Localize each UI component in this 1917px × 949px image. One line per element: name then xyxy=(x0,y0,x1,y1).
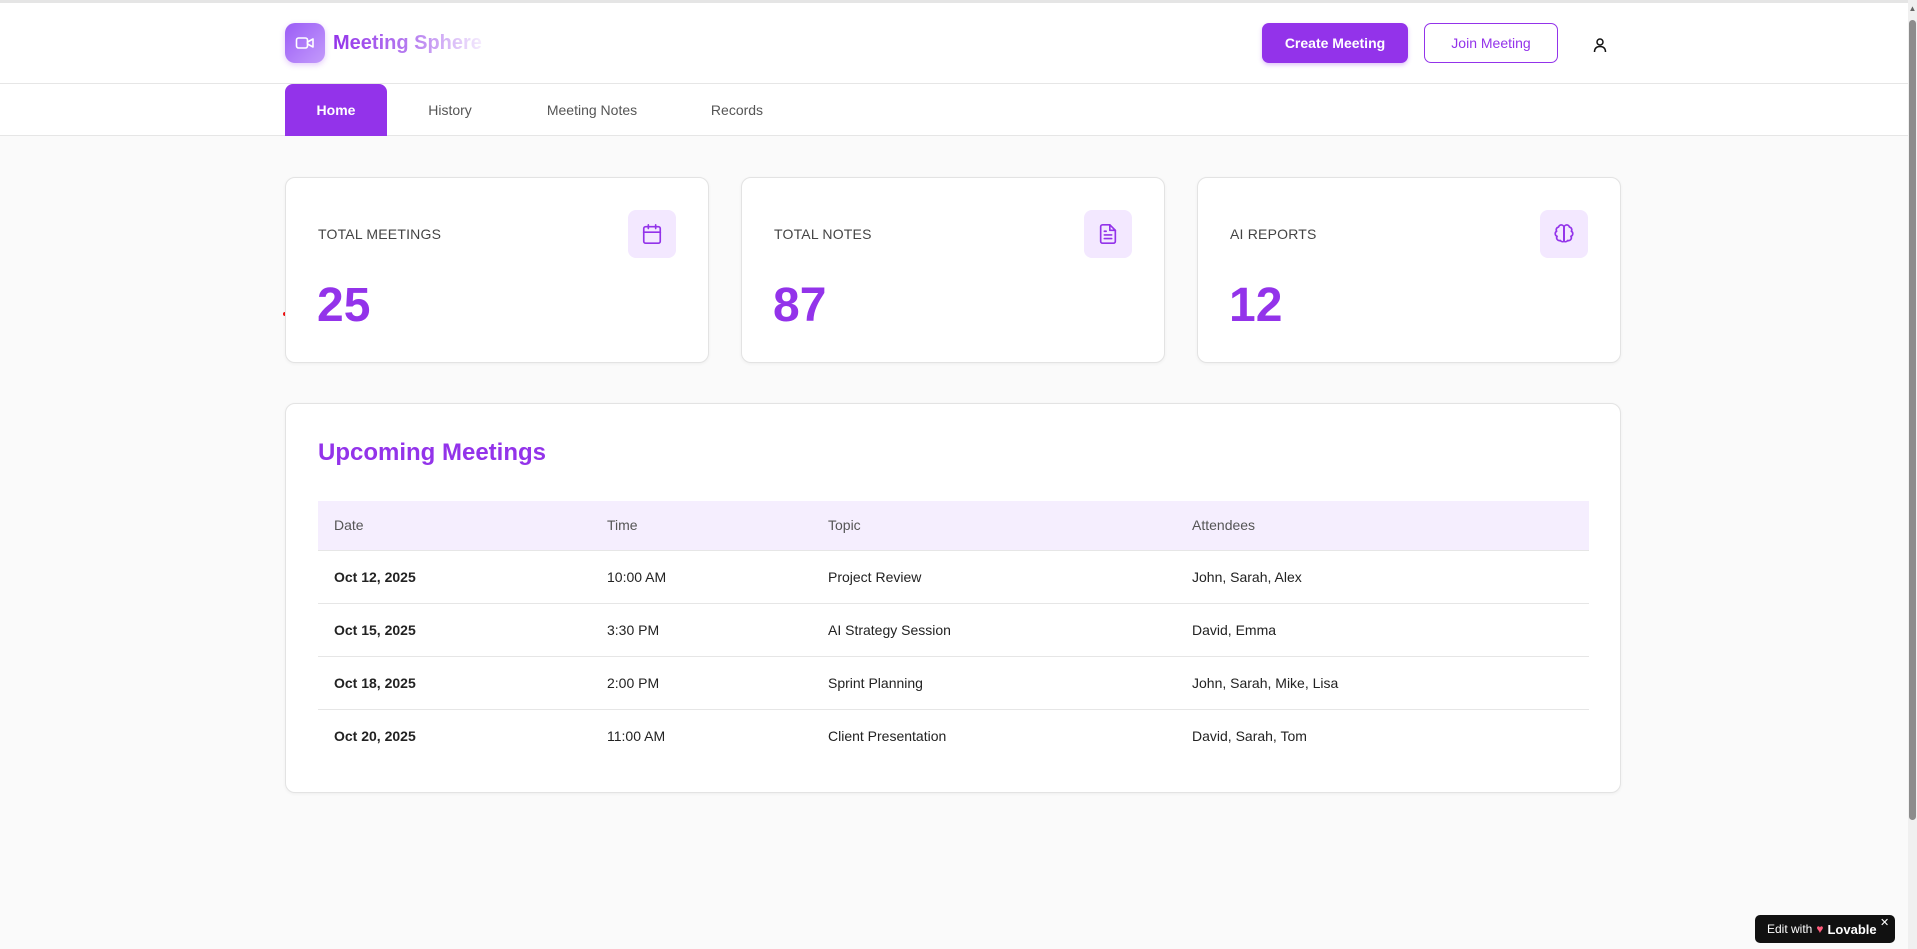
table-row[interactable]: Oct 18, 2025 2:00 PM Sprint Planning Joh… xyxy=(318,656,1589,710)
stat-label: TOTAL MEETINGS xyxy=(318,226,442,242)
document-icon xyxy=(1084,210,1132,258)
stat-card-ai-reports: AI REPORTS 12 xyxy=(1197,177,1621,363)
stat-card-total-meetings: TOTAL MEETINGS 25 xyxy=(285,177,709,363)
cell-attendees: John, Sarah, Mike, Lisa xyxy=(1176,656,1589,710)
stat-label: TOTAL NOTES xyxy=(774,226,872,242)
section-title: Upcoming Meetings xyxy=(318,439,547,466)
cell-time: 2:00 PM xyxy=(591,656,812,710)
cell-attendees: David, Sarah, Tom xyxy=(1192,727,1307,744)
cell-topic: Client Presentation xyxy=(828,727,947,744)
app-header: Meeting Sphere Create Meeting Join Meeti… xyxy=(0,3,1908,84)
cell-topic: AI Strategy Session xyxy=(812,603,1176,657)
cell-time: 11:00 AM xyxy=(607,727,666,744)
cell-date: Oct 12, 2025 xyxy=(318,550,591,604)
upcoming-meetings-table: Date Time Topic Attendees Oct 12, 2025 1… xyxy=(318,501,1589,762)
cell-time: 3:30 PM xyxy=(591,603,812,657)
stat-value: 12 xyxy=(1229,279,1283,332)
edit-with-lovable-badge[interactable]: Edit with ♥ Lovable xyxy=(1755,915,1895,943)
brain-icon xyxy=(1540,210,1588,258)
cell-date: Oct 15, 2025 xyxy=(318,603,591,657)
close-icon[interactable]: ✕ xyxy=(1880,916,1889,929)
cell-date: Oct 18, 2025 xyxy=(318,656,591,710)
user-icon xyxy=(1593,38,1607,53)
calendar-icon xyxy=(628,210,676,258)
table-row[interactable]: Oct 15, 2025 3:30 PM AI Strategy Session… xyxy=(318,603,1589,657)
cell-attendees: David, Emma xyxy=(1176,603,1589,657)
badge-prefix: Edit with xyxy=(1767,922,1813,936)
column-header-date: Date xyxy=(318,501,591,551)
create-meeting-button[interactable]: Create Meeting xyxy=(1262,23,1408,63)
stat-card-total-notes: TOTAL NOTES 87 xyxy=(741,177,1165,363)
badge-brand: Lovable xyxy=(1827,921,1877,937)
table-header-row: Date Time Topic Attendees xyxy=(318,501,1589,551)
cell-topic: Sprint Planning xyxy=(812,656,1176,710)
app-logo[interactable]: Meeting Sphere xyxy=(285,23,483,63)
app-name: Meeting Sphere xyxy=(333,31,482,54)
stat-value: 87 xyxy=(773,279,827,332)
video-camera-icon xyxy=(285,23,325,63)
stat-label: AI REPORTS xyxy=(1230,226,1317,242)
tab-history[interactable]: History xyxy=(400,84,500,136)
upcoming-meetings-card: Upcoming Meetings Date Time Topic Attend… xyxy=(285,403,1621,793)
user-menu-button[interactable] xyxy=(1588,33,1612,57)
heart-icon: ♥ xyxy=(1816,922,1824,936)
cell-topic: Project Review xyxy=(812,550,1176,604)
scroll-up-icon[interactable]: ▲ xyxy=(1908,4,1917,16)
tab-home[interactable]: Home xyxy=(285,84,387,136)
table-row[interactable]: Oct 20, 2025 11:00 AM Client Presentatio… xyxy=(318,709,1589,762)
cell-time: 10:00 AM xyxy=(591,550,812,604)
scrollbar-thumb[interactable] xyxy=(1909,20,1916,820)
column-header-time: Time xyxy=(591,501,812,551)
main-tabs: Home History Meeting Notes Records xyxy=(0,84,1908,136)
column-header-attendees: Attendees xyxy=(1176,501,1589,551)
join-meeting-button[interactable]: Join Meeting xyxy=(1424,23,1558,63)
cell-date: Oct 20, 2025 xyxy=(334,727,416,744)
stat-value: 25 xyxy=(317,279,371,332)
tab-records[interactable]: Records xyxy=(690,84,784,136)
column-header-topic: Topic xyxy=(812,501,1176,551)
tab-meeting-notes[interactable]: Meeting Notes xyxy=(526,84,658,136)
cell-attendees: John, Sarah, Alex xyxy=(1176,550,1589,604)
table-row[interactable]: Oct 12, 2025 10:00 AM Project Review Joh… xyxy=(318,550,1589,604)
